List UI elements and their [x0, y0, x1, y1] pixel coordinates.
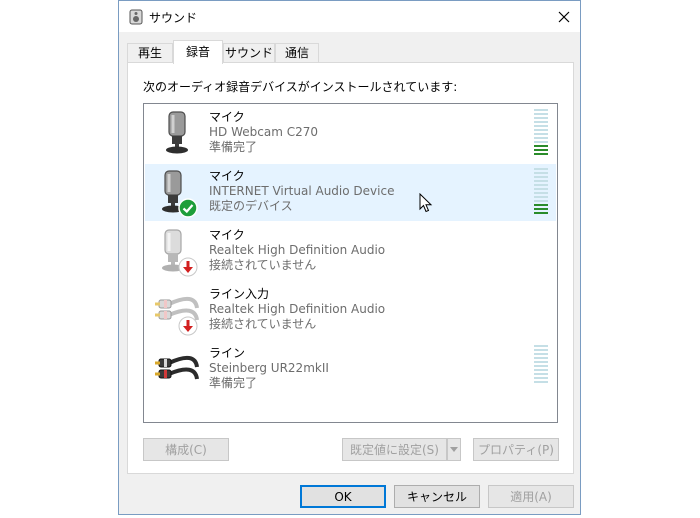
device-status: 接続されていません	[209, 258, 317, 272]
window-title: サウンド	[149, 11, 198, 25]
apply-button[interactable]: 適用(A)	[488, 485, 574, 508]
list-item[interactable]: ライン Steinberg UR22mkII 準備完了	[145, 341, 556, 398]
tab-recording[interactable]: 録音	[173, 40, 223, 64]
level-meter	[534, 109, 548, 157]
microphone-icon	[166, 111, 188, 154]
recording-panel: 次のオーディオ録音デバイスがインストールされています: マイク HD Webca…	[127, 62, 574, 474]
close-icon	[558, 11, 570, 22]
device-description: INTERNET Virtual Audio Device	[209, 184, 395, 198]
device-text: マイク Realtek High Definition Audio 接続されてい…	[209, 228, 385, 273]
device-status: 準備完了	[209, 140, 258, 154]
level-meter	[534, 168, 548, 216]
default-check-icon	[178, 198, 198, 218]
set-default-dropdown[interactable]	[447, 438, 461, 461]
list-item[interactable]: マイク Realtek High Definition Audio 接続されてい…	[145, 223, 556, 280]
tab-sounds[interactable]: サウンド	[223, 43, 275, 63]
device-text: ライン入力 Realtek High Definition Audio 接続され…	[209, 287, 385, 332]
cancel-button[interactable]: キャンセル	[394, 485, 480, 508]
device-status: 既定のデバイス	[209, 199, 293, 213]
device-description: Realtek High Definition Audio	[209, 243, 386, 257]
device-text: マイク INTERNET Virtual Audio Device 既定のデバイ…	[209, 169, 394, 214]
list-item[interactable]: マイク HD Webcam C270 準備完了	[145, 105, 556, 162]
tab-communications[interactable]: 通信	[275, 43, 319, 63]
device-description: Steinberg UR22mkII	[209, 361, 329, 375]
device-status: 接続されていません	[209, 317, 317, 331]
device-text: マイク HD Webcam C270 準備完了	[209, 110, 318, 155]
speaker-icon	[129, 9, 143, 25]
list-item-selected[interactable]: マイク INTERNET Virtual Audio Device 既定のデバイ…	[145, 164, 556, 221]
device-description: HD Webcam C270	[209, 125, 318, 139]
device-text: ライン Steinberg UR22mkII 準備完了	[209, 346, 329, 391]
mouse-pointer-icon	[419, 193, 433, 213]
device-description: Realtek High Definition Audio	[209, 302, 386, 316]
device-name: マイク	[209, 169, 245, 183]
device-name: マイク	[209, 110, 245, 124]
disconnected-arrow-icon	[178, 316, 198, 336]
set-default-button[interactable]: 既定値に設定(S)	[342, 438, 447, 461]
chevron-down-icon	[450, 447, 458, 452]
device-name: ライン入力	[209, 287, 270, 301]
device-name: ライン	[209, 346, 246, 360]
title-bar[interactable]: サウンド	[119, 1, 580, 32]
sound-dialog: サウンド 再生 録音 サウンド 通信 次のオーディオ録音デバイスがインストールさ…	[118, 0, 581, 515]
device-status: 準備完了	[209, 376, 258, 390]
level-meter	[534, 345, 548, 385]
list-item[interactable]: ライン入力 Realtek High Definition Audio 接続され…	[145, 282, 556, 339]
configure-button[interactable]: 構成(C)	[143, 438, 229, 461]
ok-button[interactable]: OK	[300, 485, 386, 508]
device-name: マイク	[209, 228, 245, 242]
close-button[interactable]	[548, 1, 580, 32]
disconnected-arrow-icon	[178, 257, 198, 277]
device-list[interactable]: マイク HD Webcam C270 準備完了 マイク INTERNET Vir…	[143, 103, 558, 423]
tab-playback[interactable]: 再生	[127, 43, 173, 63]
line-cable-icon	[155, 355, 199, 380]
instruction-text: 次のオーディオ録音デバイスがインストールされています:	[143, 80, 458, 94]
properties-button[interactable]: プロパティ(P)	[473, 438, 559, 461]
